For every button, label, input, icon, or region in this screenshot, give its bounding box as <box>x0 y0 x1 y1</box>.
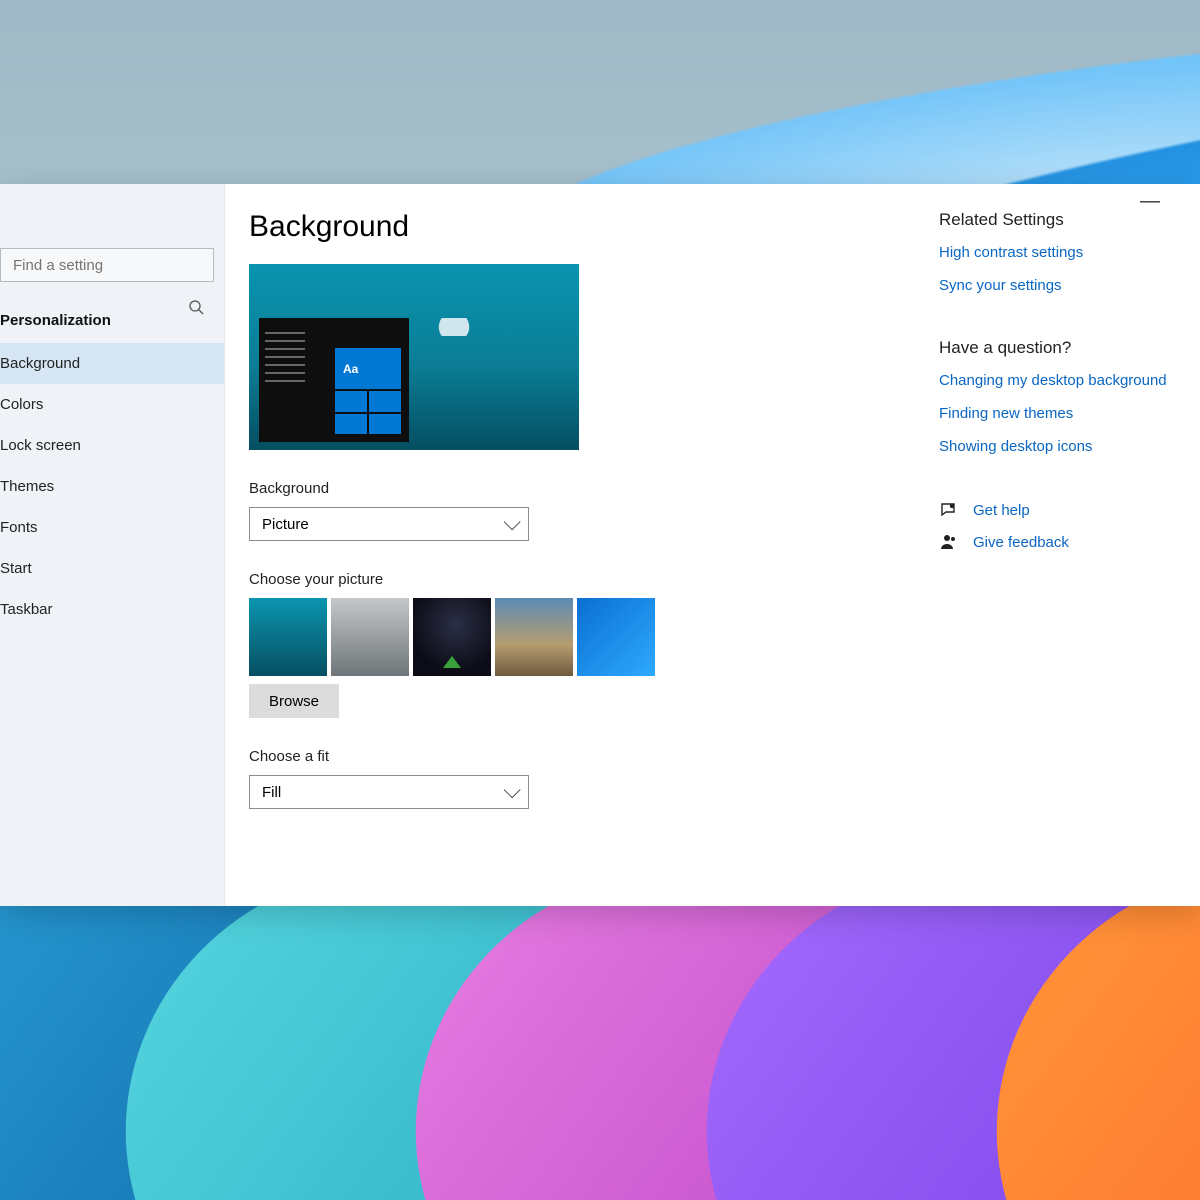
sidebar-item-themes[interactable]: Themes <box>0 466 224 507</box>
background-select[interactable]: Picture <box>249 507 529 541</box>
picture-thumb-4[interactable] <box>495 598 573 676</box>
window-title: Settings <box>0 188 3 211</box>
background-label: Background <box>249 480 869 497</box>
background-preview: Aa <box>249 264 579 450</box>
search-input[interactable] <box>0 248 214 282</box>
background-select-value: Picture <box>262 516 309 533</box>
fit-select[interactable]: Fill <box>249 775 529 809</box>
sidebar: Settings Personalization Background Colo… <box>0 184 225 906</box>
fit-select-value: Fill <box>262 784 281 801</box>
link-showing-icons[interactable]: Showing desktop icons <box>939 438 1169 455</box>
chevron-down-icon <box>504 781 521 798</box>
picture-thumb-3[interactable] <box>413 598 491 676</box>
chat-icon <box>939 501 957 519</box>
related-settings-header: Related Settings <box>939 210 1169 230</box>
sidebar-item-colors[interactable]: Colors <box>0 384 224 425</box>
sidebar-item-background[interactable]: Background <box>0 343 224 384</box>
minimize-button[interactable]: — <box>1128 190 1172 213</box>
link-changing-background[interactable]: Changing my desktop background <box>939 372 1169 389</box>
preview-tile-text: Aa <box>335 348 401 376</box>
choose-picture-label: Choose your picture <box>249 571 869 588</box>
link-sync-settings[interactable]: Sync your settings <box>939 277 1169 294</box>
get-help-row[interactable]: Get help <box>939 501 1169 519</box>
settings-window: — Settings Personalization Background Co… <box>0 184 1200 906</box>
link-high-contrast[interactable]: High contrast settings <box>939 244 1169 261</box>
get-help-label: Get help <box>973 502 1030 519</box>
give-feedback-row[interactable]: Give feedback <box>939 533 1169 551</box>
person-icon <box>939 533 957 551</box>
choose-fit-label: Choose a fit <box>249 748 869 765</box>
link-finding-themes[interactable]: Finding new themes <box>939 405 1169 422</box>
give-feedback-label: Give feedback <box>973 534 1069 551</box>
sidebar-item-fonts[interactable]: Fonts <box>0 507 224 548</box>
page-title: Background <box>249 210 869 244</box>
picture-thumb-5[interactable] <box>577 598 655 676</box>
sidebar-item-taskbar[interactable]: Taskbar <box>0 589 224 630</box>
question-header: Have a question? <box>939 338 1169 358</box>
picture-thumb-1[interactable] <box>249 598 327 676</box>
search-icon <box>188 299 204 315</box>
chevron-down-icon <box>504 513 521 530</box>
picture-thumb-2[interactable] <box>331 598 409 676</box>
sidebar-item-start[interactable]: Start <box>0 548 224 589</box>
picture-thumbnails <box>249 598 869 676</box>
browse-button[interactable]: Browse <box>249 684 339 718</box>
sidebar-item-lock-screen[interactable]: Lock screen <box>0 425 224 466</box>
